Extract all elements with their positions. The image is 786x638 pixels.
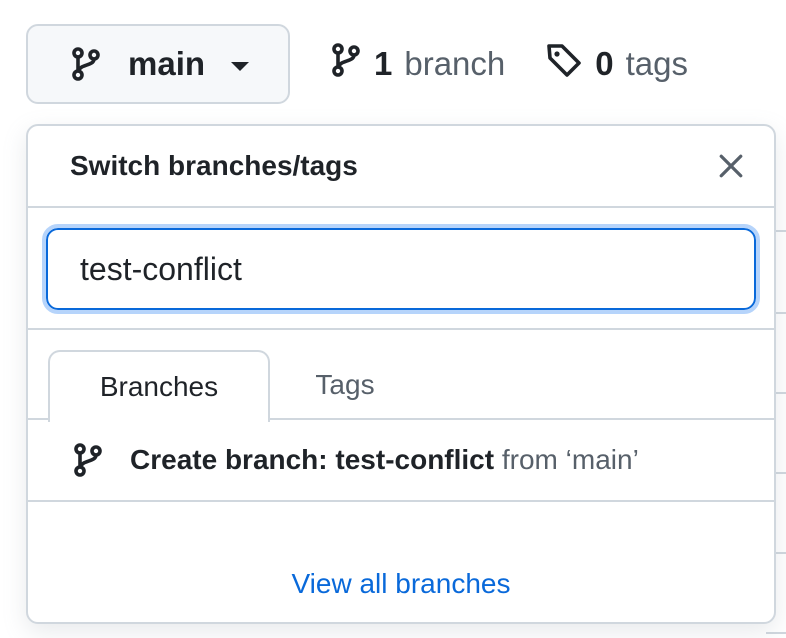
tab-tags[interactable]: Tags <box>280 350 410 420</box>
branch-select-button[interactable]: main <box>26 24 290 104</box>
git-branch-icon <box>68 46 104 82</box>
switch-branches-popover: Switch branches/tags Branches Tags Creat… <box>26 124 776 624</box>
current-branch-label: main <box>128 45 206 82</box>
git-branch-icon <box>70 442 106 478</box>
create-branch-text: Create branch: test-conflict from ‘main’ <box>130 444 639 476</box>
tabs-row: Branches Tags <box>28 330 774 422</box>
create-branch-from: from ‘main’ <box>501 444 639 475</box>
tags-count-link[interactable]: 0 tags <box>545 41 688 87</box>
chevron-down-icon <box>231 61 250 71</box>
branches-label: branch <box>404 45 506 82</box>
close-icon[interactable] <box>714 149 748 183</box>
git-branch-icon <box>330 42 362 86</box>
repo-toolbar: main 1 branch 0 tags <box>26 24 688 104</box>
branch-filter-input[interactable] <box>42 224 760 314</box>
tab-branches[interactable]: Branches <box>48 350 270 422</box>
create-branch-prefix: Create branch: <box>130 444 336 475</box>
popover-title: Switch branches/tags <box>70 150 358 181</box>
create-branch-item[interactable]: Create branch: test-conflict from ‘main’ <box>28 420 774 502</box>
tag-icon <box>545 41 583 87</box>
popover-header: Switch branches/tags <box>28 126 774 208</box>
create-branch-name: test-conflict <box>335 444 495 475</box>
view-all-branches-link[interactable]: View all branches <box>28 568 774 600</box>
tags-count: 0 <box>595 45 614 82</box>
filter-area <box>28 208 774 330</box>
branches-count: 1 <box>374 45 393 82</box>
branches-count-link[interactable]: 1 branch <box>330 42 505 86</box>
tags-label: tags <box>625 45 688 82</box>
